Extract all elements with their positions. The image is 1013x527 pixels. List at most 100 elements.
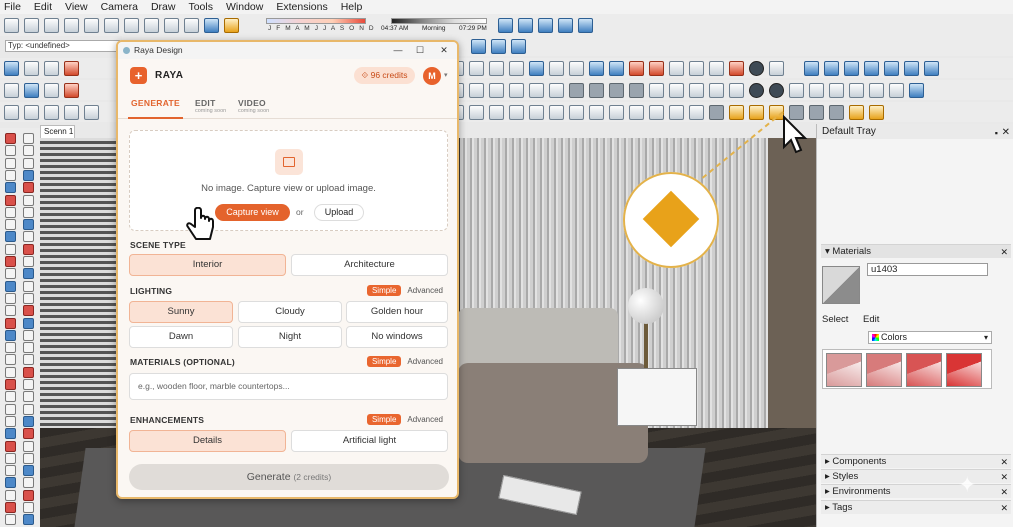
close-icon[interactable]: ✕ <box>1000 455 1008 469</box>
tags-section[interactable]: ▸ Tags ✕ <box>821 500 1011 514</box>
palette-tool-icon[interactable] <box>5 329 16 341</box>
select-tool-icon[interactable] <box>4 60 19 76</box>
dynamic-component-icon[interactable] <box>809 82 824 98</box>
material-collection-select[interactable]: Colors ▾ <box>868 331 992 344</box>
palette-tool-icon[interactable] <box>5 366 16 378</box>
palette-tool-icon[interactable] <box>23 243 34 255</box>
palette-tool-icon[interactable] <box>5 477 16 489</box>
menu-window[interactable]: Window <box>226 1 263 13</box>
walk-icon[interactable] <box>689 60 704 76</box>
axes-icon[interactable] <box>529 60 544 76</box>
previous-icon[interactable] <box>809 104 824 120</box>
palette-tool-icon[interactable] <box>5 157 16 169</box>
scale-icon[interactable] <box>469 104 484 120</box>
maximize-icon[interactable]: ☐ <box>410 42 430 59</box>
palette-tool-icon[interactable] <box>23 329 34 341</box>
scene-tab[interactable]: Scenn 1 <box>40 125 75 138</box>
avatar[interactable]: M <box>423 67 441 85</box>
lighting-cloudy-option[interactable]: Cloudy <box>238 301 342 323</box>
zoom-window-icon[interactable] <box>4 82 19 98</box>
palette-tool-icon[interactable] <box>5 415 16 427</box>
fog-icon[interactable] <box>569 82 584 98</box>
line-icon[interactable] <box>64 82 79 98</box>
palette-tool-icon[interactable] <box>23 440 34 452</box>
wireframe-icon[interactable] <box>538 17 553 33</box>
layers-icon[interactable] <box>529 82 544 98</box>
lighting-advanced-button[interactable]: Advanced <box>405 285 445 296</box>
close-icon[interactable]: ✕ <box>1000 501 1008 515</box>
palette-tool-icon[interactable] <box>5 342 16 354</box>
chevron-down-icon[interactable]: ▾ <box>444 71 448 79</box>
enhancement-artificial-light-option[interactable]: Artificial light <box>291 430 448 452</box>
palette-tool-icon[interactable] <box>5 280 16 292</box>
top-view-icon[interactable] <box>491 38 506 54</box>
top-icon[interactable] <box>529 104 544 120</box>
shaded-icon[interactable] <box>578 17 593 33</box>
palette-tool-icon[interactable] <box>23 292 34 304</box>
component-icon[interactable] <box>4 104 19 120</box>
soften-icon[interactable] <box>589 82 604 98</box>
two-point-icon[interactable] <box>669 104 684 120</box>
text-icon[interactable] <box>509 60 524 76</box>
render-icon[interactable] <box>749 104 764 120</box>
tab-select[interactable]: Select <box>822 314 848 325</box>
color-swatch[interactable] <box>906 353 942 387</box>
palette-tool-icon[interactable] <box>5 182 16 194</box>
materials-advanced-button[interactable]: Advanced <box>405 356 445 367</box>
pan-icon[interactable] <box>569 60 584 76</box>
styles-section[interactable]: ▸ Styles ✕ <box>821 469 1011 483</box>
left-icon[interactable] <box>609 104 624 120</box>
minimize-icon[interactable]: — <box>388 42 408 59</box>
erase-icon[interactable] <box>124 17 139 33</box>
palette-tool-icon[interactable] <box>5 219 16 231</box>
color-swatch[interactable] <box>866 353 902 387</box>
plus-icon[interactable] <box>749 82 764 98</box>
palette-tool-icon[interactable] <box>5 379 16 390</box>
parallel-icon[interactable] <box>689 104 704 120</box>
menu-help[interactable]: Help <box>341 1 363 13</box>
raya-toolbar-icon[interactable] <box>729 104 744 120</box>
palette-tool-icon[interactable] <box>5 489 16 501</box>
look-around-icon[interactable] <box>749 60 764 76</box>
backedges-icon[interactable] <box>518 17 533 33</box>
perspective-icon[interactable] <box>649 104 664 120</box>
palette-tool-icon[interactable] <box>5 440 16 452</box>
zoom-icon[interactable] <box>589 60 604 76</box>
palette-tool-icon[interactable] <box>23 415 34 427</box>
menu-tools[interactable]: Tools <box>188 1 213 13</box>
hidden-line-icon[interactable] <box>558 17 573 33</box>
menu-extensions[interactable]: Extensions <box>276 1 327 13</box>
close-icon[interactable]: ✕ <box>1000 485 1008 499</box>
shadow-toggle-icon[interactable] <box>224 17 239 33</box>
next-icon[interactable] <box>829 104 844 120</box>
scene-architecture-option[interactable]: Architecture <box>291 254 448 276</box>
palette-tool-icon[interactable] <box>23 366 34 378</box>
image-dropzone[interactable]: No image. Capture view or upload image. … <box>129 130 448 231</box>
menu-file[interactable]: File <box>4 1 21 13</box>
pin-icon[interactable]: ▪ <box>995 126 998 141</box>
palette-tool-icon[interactable] <box>23 342 34 354</box>
menu-draw[interactable]: Draw <box>151 1 176 13</box>
capture-view-button[interactable]: Capture view <box>215 204 290 221</box>
palette-tool-icon[interactable] <box>23 477 34 489</box>
bottom-icon[interactable] <box>629 104 644 120</box>
tab-generate[interactable]: GENERATE <box>131 98 180 108</box>
print-icon[interactable] <box>184 17 199 33</box>
drape-icon[interactable] <box>709 82 724 98</box>
cut-icon[interactable] <box>64 17 79 33</box>
lighting-simple-button[interactable]: Simple <box>366 285 402 296</box>
eraser-icon[interactable] <box>44 60 59 76</box>
section-plane-icon[interactable] <box>729 60 744 76</box>
palette-tool-icon[interactable] <box>5 502 16 513</box>
palette-tool-icon[interactable] <box>5 256 16 267</box>
palette-tool-icon[interactable] <box>5 268 16 280</box>
group-icon[interactable] <box>24 104 39 120</box>
open-file-icon[interactable] <box>24 17 39 33</box>
environments-section[interactable]: ▸ Environments ✕ <box>821 484 1011 498</box>
redo-icon[interactable] <box>164 17 179 33</box>
smoove-icon[interactable] <box>669 82 684 98</box>
generate-button[interactable]: Generate (2 credits) <box>129 464 449 490</box>
palette-tool-icon[interactable] <box>23 157 34 169</box>
folder-icon[interactable] <box>489 82 504 98</box>
shadow-time-slider[interactable] <box>391 18 487 24</box>
